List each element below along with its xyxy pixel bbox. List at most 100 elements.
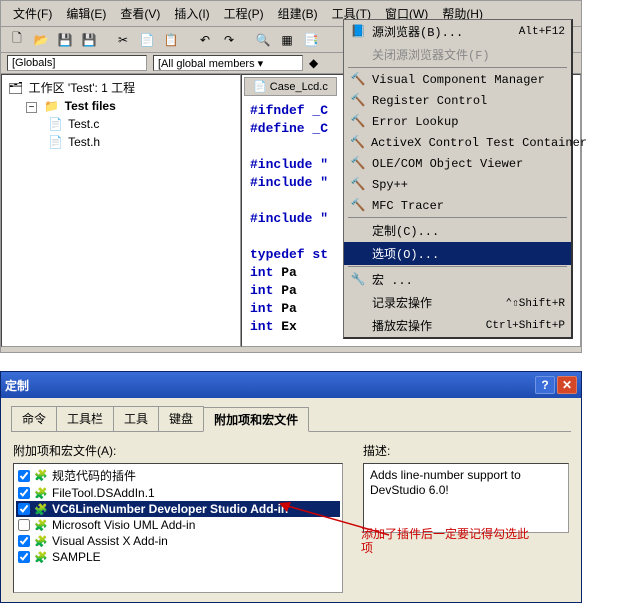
menu-item: 关闭源浏览器文件(F) xyxy=(344,43,571,66)
list-item[interactable]: 🧩FileTool.DSAddIn.1 xyxy=(16,485,340,501)
save-all-icon[interactable]: 💾 xyxy=(79,30,99,50)
menu-item[interactable]: 🔨Register Control xyxy=(344,90,571,111)
project-tree[interactable]: 🗂 工作区 'Test': 1 工程 − 📁 Test files 📄 Test… xyxy=(1,74,241,347)
list-item[interactable]: 🧩SAMPLE xyxy=(16,549,340,565)
annotation-text: 添加了插件后一定要记得勾选此项 xyxy=(361,527,531,555)
menu-item[interactable]: 🔨 MFC Tracer xyxy=(344,195,571,216)
file-icon: 📄 xyxy=(48,135,63,149)
titlebar: 定制 ? ✕ xyxy=(1,372,581,398)
tabstrip: 命令工具栏工具键盘附加项和宏文件 xyxy=(11,406,571,432)
tree-root[interactable]: 🗂 工作区 'Test': 1 工程 xyxy=(6,79,236,97)
addin-icon: 🧩 xyxy=(34,503,48,516)
shortcut-label: ⌃⇧Shift+R xyxy=(506,296,565,310)
menu-item-label: Spy++ xyxy=(372,178,408,192)
addin-checkbox[interactable] xyxy=(18,503,30,515)
addins-list[interactable]: 🧩规范代码的插件🧩FileTool.DSAddIn.1🧩VC6LineNumbe… xyxy=(13,463,343,593)
menu-item-label: ActiveX Control Test Container xyxy=(371,136,587,150)
menu-item-label: Error Lookup xyxy=(372,115,458,129)
menu-item[interactable]: 组建(B) xyxy=(272,3,324,24)
tab-0[interactable]: 命令 xyxy=(11,406,57,431)
customize-dialog: 定制 ? ✕ 命令工具栏工具键盘附加项和宏文件 附加项和宏文件(A): 🧩规范代… xyxy=(0,371,582,603)
menu-item-label: 选项(O)... xyxy=(372,245,439,262)
addin-icon: 🧩 xyxy=(34,519,48,532)
save-icon[interactable]: 💾 xyxy=(55,30,75,50)
menu-item[interactable]: 🔨OLE/COM Object Viewer xyxy=(344,153,571,174)
tree-root-label: 工作区 'Test': 1 工程 xyxy=(29,81,136,95)
project-icon: 📁 xyxy=(44,99,59,113)
dialog-title: 定制 xyxy=(5,377,29,394)
find-icon[interactable]: 🔍 xyxy=(253,30,273,50)
addin-icon: 🧩 xyxy=(34,487,48,500)
description-text: Adds line-number support to DevStudio 6.… xyxy=(363,463,569,533)
menu-item[interactable]: 📘源浏览器(B)...Alt+F12 xyxy=(344,20,571,43)
workspace-icon: 🗂 xyxy=(8,81,23,95)
menu-item[interactable]: 编辑(E) xyxy=(60,3,112,24)
tool-icon: 🔨 xyxy=(350,114,366,129)
menu-item[interactable]: 文件(F) xyxy=(7,3,58,24)
tab-3[interactable]: 键盘 xyxy=(158,406,204,431)
addin-checkbox[interactable] xyxy=(18,470,30,482)
menu-item[interactable]: 🔨Visual Component Manager xyxy=(344,69,571,90)
tool-icon: 🔨 xyxy=(350,177,366,192)
collapse-icon[interactable]: − xyxy=(26,102,37,113)
menu-item[interactable]: 插入(I) xyxy=(168,3,215,24)
shortcut-label: Ctrl+Shift+P xyxy=(486,320,565,332)
tree-file-h-label: Test.h xyxy=(68,135,100,149)
menu-item[interactable]: 🔧 宏 ... xyxy=(344,268,571,291)
addin-label: Visual Assist X Add-in xyxy=(52,534,168,548)
menu-item[interactable]: 工程(P) xyxy=(218,3,270,24)
addin-label: Microsoft Visio UML Add-in xyxy=(52,518,195,532)
menu-item[interactable]: 定制(C)... xyxy=(344,219,571,242)
addin-label: SAMPLE xyxy=(52,550,101,564)
tab-2[interactable]: 工具 xyxy=(113,406,159,431)
menu-item-label: 宏 ... xyxy=(372,271,413,288)
tab-1[interactable]: 工具栏 xyxy=(56,406,114,431)
addin-label: VC6LineNumber Developer Studio Add-in xyxy=(52,502,288,516)
menu-item[interactable]: 选项(O)... xyxy=(344,242,571,265)
tree-file-h[interactable]: 📄 Test.h xyxy=(46,133,236,151)
list-item[interactable]: 🧩规范代码的插件 xyxy=(16,466,340,485)
desc-label: 描述: xyxy=(363,442,569,459)
help-button[interactable]: ? xyxy=(535,376,555,394)
redo-icon[interactable]: ↷ xyxy=(219,30,239,50)
menu-item[interactable]: 🔨ActiveX Control Test Container xyxy=(344,132,571,153)
list-item[interactable]: 🧩 Visual Assist X Add-in xyxy=(16,533,340,549)
menu-item[interactable]: 查看(V) xyxy=(114,3,166,24)
tree-file-c[interactable]: 📄 Test.c xyxy=(46,115,236,133)
tool-icon: 🔨 xyxy=(350,198,366,213)
tool-icon: 🔨 xyxy=(350,156,366,171)
menu-item[interactable]: 记录宏操作⌃⇧Shift+R xyxy=(344,291,571,314)
shortcut-label: Alt+F12 xyxy=(519,26,565,38)
code-tab: 📄 Case_Lcd.c xyxy=(244,77,337,96)
undo-icon[interactable]: ↶ xyxy=(195,30,215,50)
addin-icon: 🧩 xyxy=(34,535,48,548)
addin-checkbox[interactable] xyxy=(18,519,30,531)
addin-checkbox[interactable] xyxy=(18,487,30,499)
tree-file-c-label: Test.c xyxy=(68,117,99,131)
members-combo[interactable] xyxy=(153,55,303,71)
menu-item-label: MFC Tracer xyxy=(372,199,444,213)
menu-item[interactable]: 🔨 Error Lookup xyxy=(344,111,571,132)
close-button[interactable]: ✕ xyxy=(557,376,577,394)
menu-item[interactable]: 播放宏操作Ctrl+Shift+P xyxy=(344,314,571,337)
list-item[interactable]: 🧩 Microsoft Visio UML Add-in xyxy=(16,517,340,533)
open-icon[interactable]: 📂 xyxy=(31,30,51,50)
code-tab-label: Case_Lcd.c xyxy=(270,81,328,93)
list-label: 附加项和宏文件(A): xyxy=(13,442,343,459)
paste-icon[interactable]: 📋 xyxy=(161,30,181,50)
addin-checkbox[interactable] xyxy=(18,551,30,563)
tab-4[interactable]: 附加项和宏文件 xyxy=(203,407,309,432)
menu-item[interactable]: 🔨 Spy++ xyxy=(344,174,571,195)
globals-combo[interactable] xyxy=(7,55,147,71)
addin-checkbox[interactable] xyxy=(18,535,30,547)
menu-item-label: 定制(C)... xyxy=(372,222,439,239)
tree-project[interactable]: − 📁 Test files xyxy=(26,97,236,115)
window-icon[interactable]: ▦ xyxy=(277,30,297,50)
copy-icon[interactable]: 📄 xyxy=(137,30,157,50)
new-icon[interactable]: 🗋 xyxy=(7,30,27,50)
cut-icon[interactable]: ✂ xyxy=(113,30,133,50)
list-item[interactable]: 🧩 VC6LineNumber Developer Studio Add-in xyxy=(16,501,340,517)
file-icon: 📄 xyxy=(253,81,267,93)
bookmark-icon[interactable]: 📑 xyxy=(301,30,321,50)
tool-icon: 🔧 xyxy=(350,272,366,287)
